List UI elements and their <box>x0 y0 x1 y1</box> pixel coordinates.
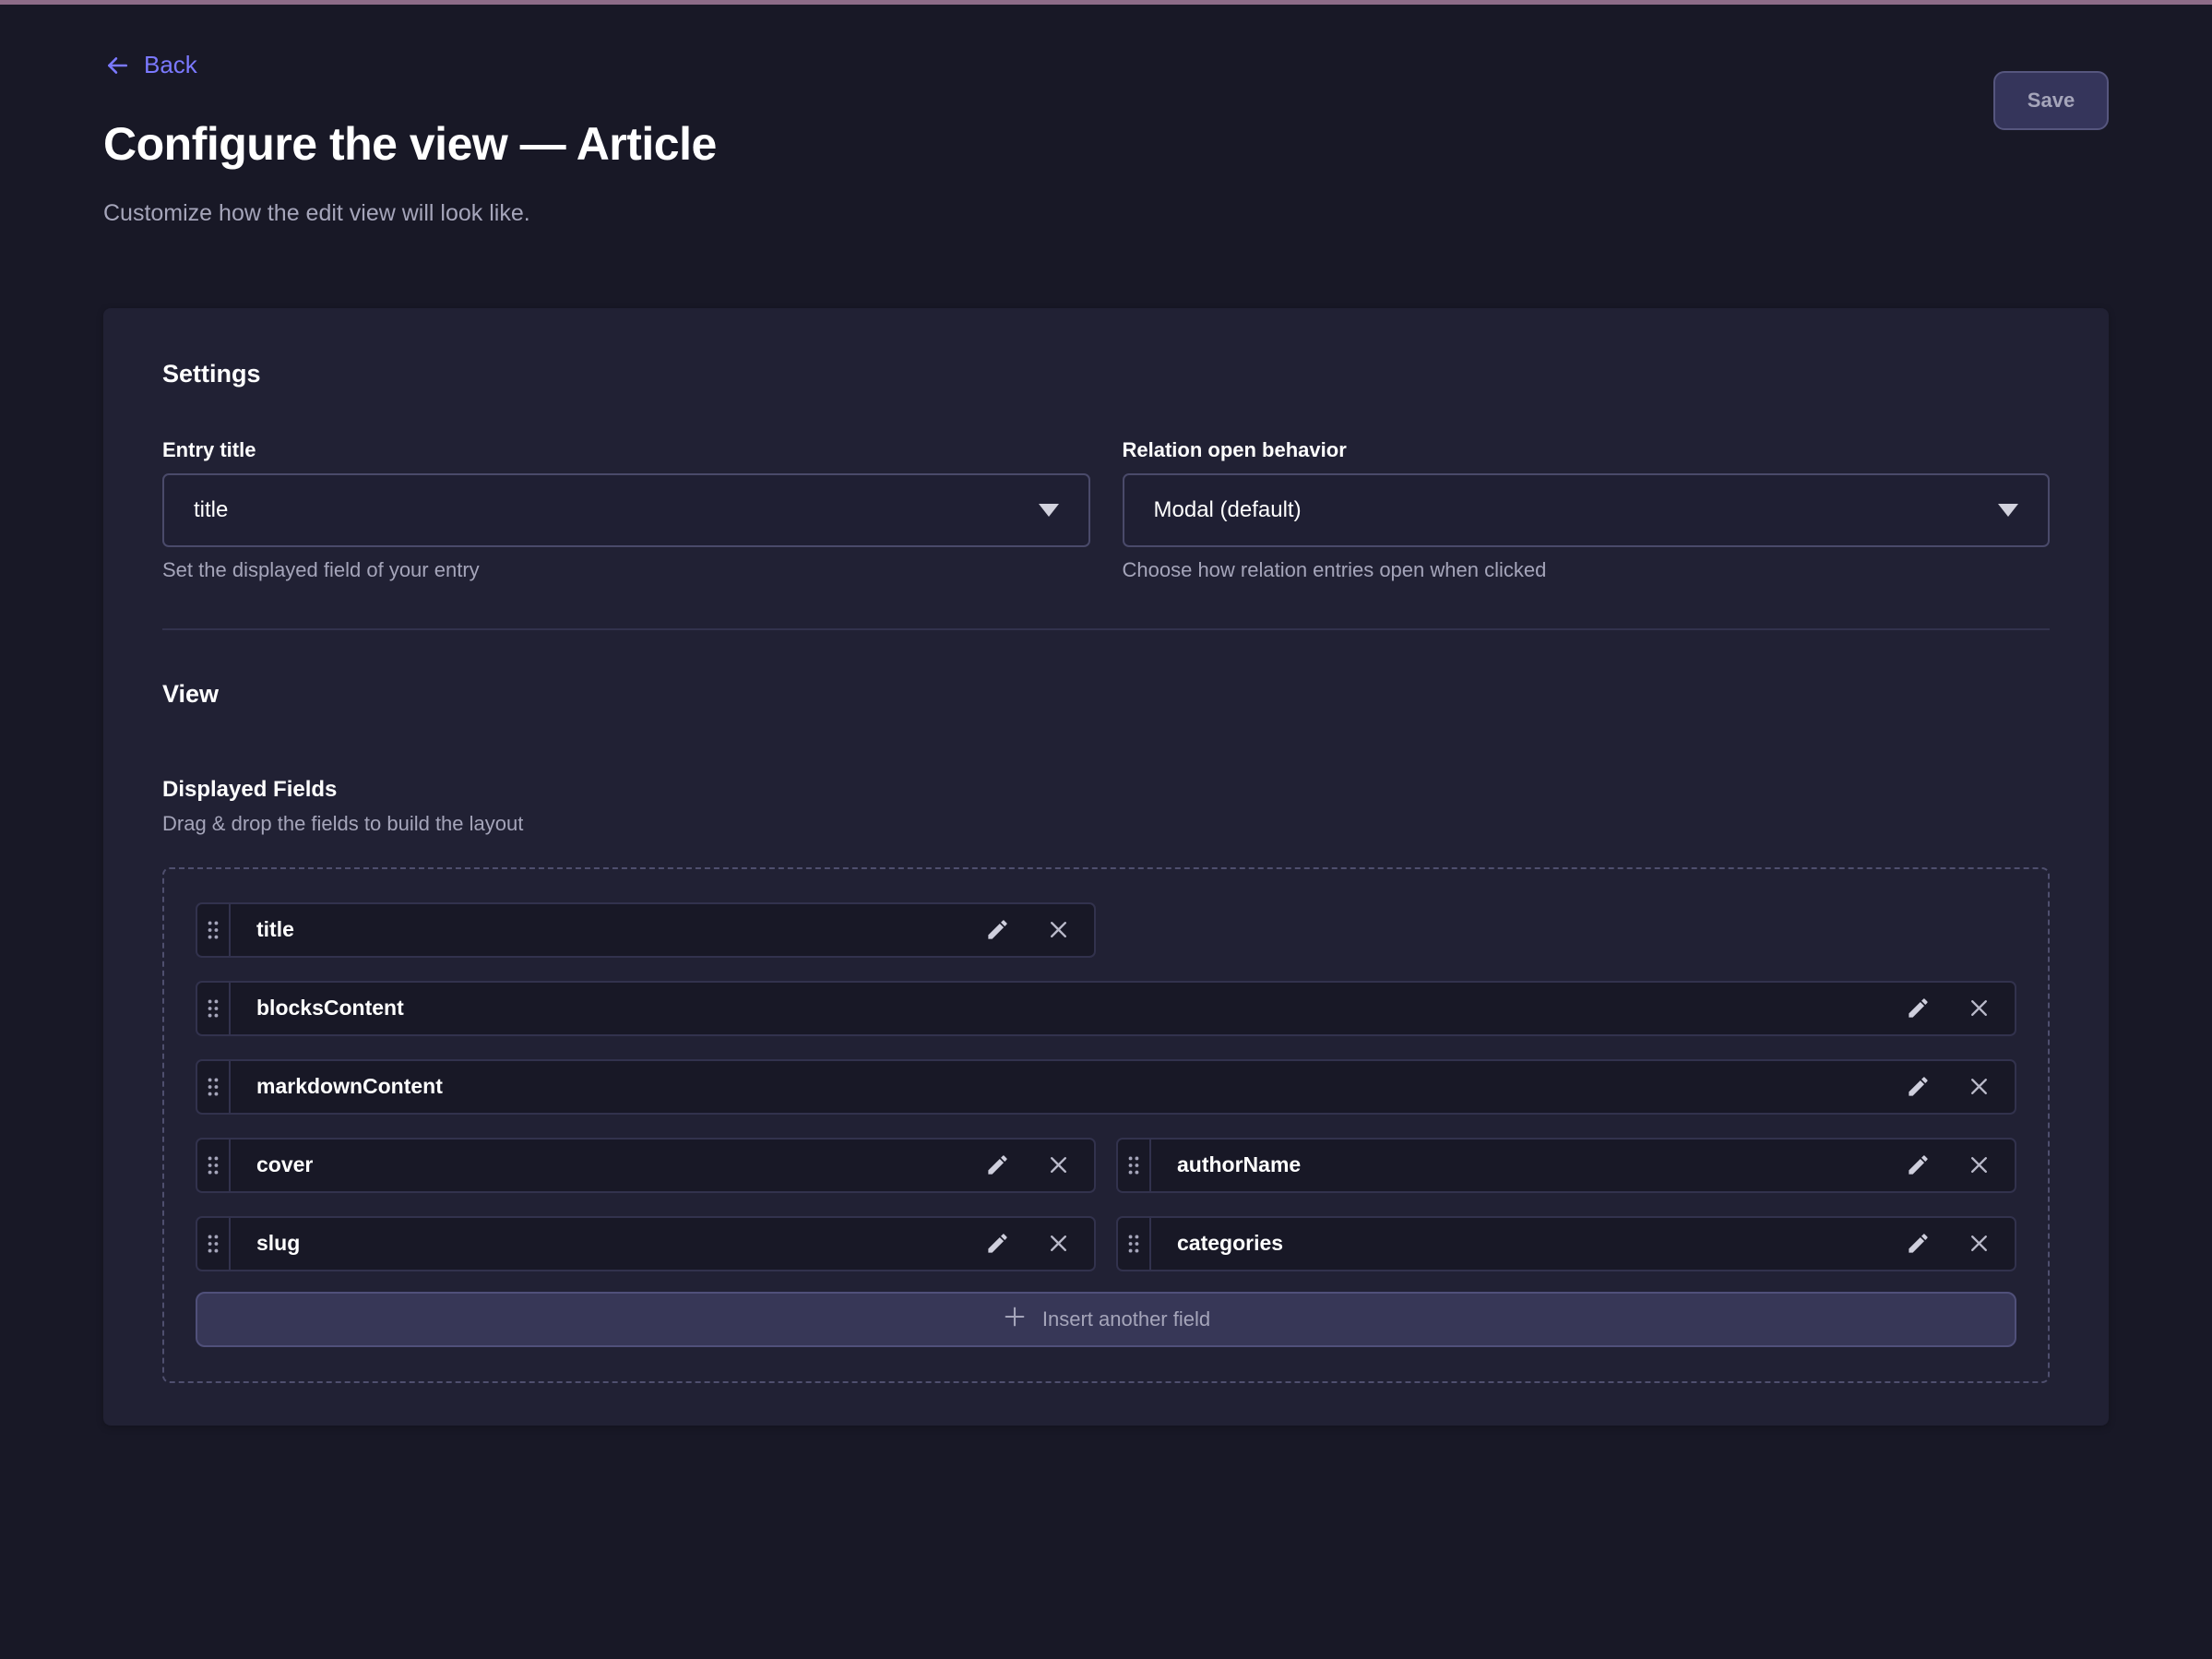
insert-field-button[interactable]: Insert another field <box>196 1292 2016 1347</box>
drag-handle-icon[interactable] <box>197 904 231 956</box>
field-pill-cover[interactable]: cover <box>196 1138 1096 1193</box>
field-pill-actions <box>1906 1218 2015 1270</box>
chevron-down-icon <box>1998 504 2018 517</box>
close-icon[interactable] <box>1968 1232 1991 1255</box>
drag-handle-icon[interactable] <box>197 983 231 1034</box>
relation-behavior-group: Relation open behavior Modal (default) C… <box>1123 438 2051 582</box>
close-icon[interactable] <box>1968 997 1991 1020</box>
field-pill-markdownContent[interactable]: markdownContent <box>196 1059 2016 1115</box>
relation-behavior-label: Relation open behavior <box>1123 438 2051 462</box>
close-icon[interactable] <box>1047 918 1070 941</box>
field-pill-actions <box>1906 1061 2015 1113</box>
pencil-icon[interactable] <box>1906 1152 1931 1177</box>
field-pill-actions <box>985 1218 1094 1270</box>
displayed-fields-hint: Drag & drop the fields to build the layo… <box>162 812 2050 836</box>
insert-field-label: Insert another field <box>1042 1307 1210 1331</box>
fields-drop-zone: title blocksContent markdownContent cover au… <box>162 867 2050 1383</box>
close-icon[interactable] <box>1968 1075 1991 1098</box>
entry-title-hint: Set the displayed field of your entry <box>162 558 1090 582</box>
close-icon[interactable] <box>1047 1153 1070 1176</box>
field-pill-label: categories <box>1151 1218 1906 1270</box>
configure-view-page: Back Configure the view — Article Custom… <box>0 5 2212 1426</box>
back-label: Back <box>144 51 197 79</box>
field-pill-label: authorName <box>1151 1140 1906 1191</box>
back-link[interactable]: Back <box>103 51 197 79</box>
relation-behavior-hint: Choose how relation entries open when cl… <box>1123 558 2051 582</box>
fields-grid: title blocksContent markdownContent cover au… <box>196 902 2016 1271</box>
pencil-icon[interactable] <box>1906 1231 1931 1256</box>
view-heading: View <box>162 680 2050 709</box>
relation-behavior-select[interactable]: Modal (default) <box>1123 473 2051 547</box>
settings-form: Entry title title Set the displayed fiel… <box>162 438 2050 582</box>
field-pill-label: slug <box>231 1218 985 1270</box>
entry-title-group: Entry title title Set the displayed fiel… <box>162 438 1090 582</box>
pencil-icon[interactable] <box>1906 996 1931 1020</box>
chevron-down-icon <box>1039 504 1059 517</box>
field-pill-label: cover <box>231 1140 985 1191</box>
close-icon[interactable] <box>1047 1232 1070 1255</box>
field-pill-actions <box>1906 983 2015 1034</box>
displayed-fields-title: Displayed Fields <box>162 777 2050 803</box>
page-title: Configure the view — Article <box>103 117 2109 171</box>
close-icon[interactable] <box>1968 1153 1991 1176</box>
section-divider <box>162 628 2050 630</box>
pencil-icon[interactable] <box>985 917 1010 942</box>
field-pill-authorName[interactable]: authorName <box>1116 1138 2016 1193</box>
drag-handle-icon[interactable] <box>1118 1218 1151 1270</box>
save-button[interactable]: Save <box>1993 71 2109 130</box>
field-pill-label: markdownContent <box>231 1061 1906 1113</box>
plus-icon <box>1002 1304 1028 1335</box>
field-pill-actions <box>985 1140 1094 1191</box>
configuration-card: Settings Entry title title Set the displ… <box>103 308 2109 1426</box>
entry-title-value: title <box>194 497 228 523</box>
field-pill-slug[interactable]: slug <box>196 1216 1096 1271</box>
field-pill-label: blocksContent <box>231 983 1906 1034</box>
field-pill-blocksContent[interactable]: blocksContent <box>196 981 2016 1036</box>
pencil-icon[interactable] <box>1906 1074 1931 1099</box>
field-pill-title[interactable]: title <box>196 902 1096 958</box>
relation-behavior-value: Modal (default) <box>1154 497 1302 523</box>
left-arrow-icon <box>103 54 131 78</box>
drag-handle-icon[interactable] <box>197 1218 231 1270</box>
pencil-icon[interactable] <box>985 1231 1010 1256</box>
drag-handle-icon[interactable] <box>1118 1140 1151 1191</box>
field-pill-actions <box>985 904 1094 956</box>
entry-title-select[interactable]: title <box>162 473 1090 547</box>
drag-handle-icon[interactable] <box>197 1061 231 1113</box>
field-pill-categories[interactable]: categories <box>1116 1216 2016 1271</box>
page-subtitle: Customize how the edit view will look li… <box>103 200 2109 227</box>
field-pill-label: title <box>231 904 985 956</box>
pencil-icon[interactable] <box>985 1152 1010 1177</box>
field-pill-actions <box>1906 1140 2015 1191</box>
entry-title-label: Entry title <box>162 438 1090 462</box>
settings-heading: Settings <box>162 360 2050 388</box>
drag-handle-icon[interactable] <box>197 1140 231 1191</box>
